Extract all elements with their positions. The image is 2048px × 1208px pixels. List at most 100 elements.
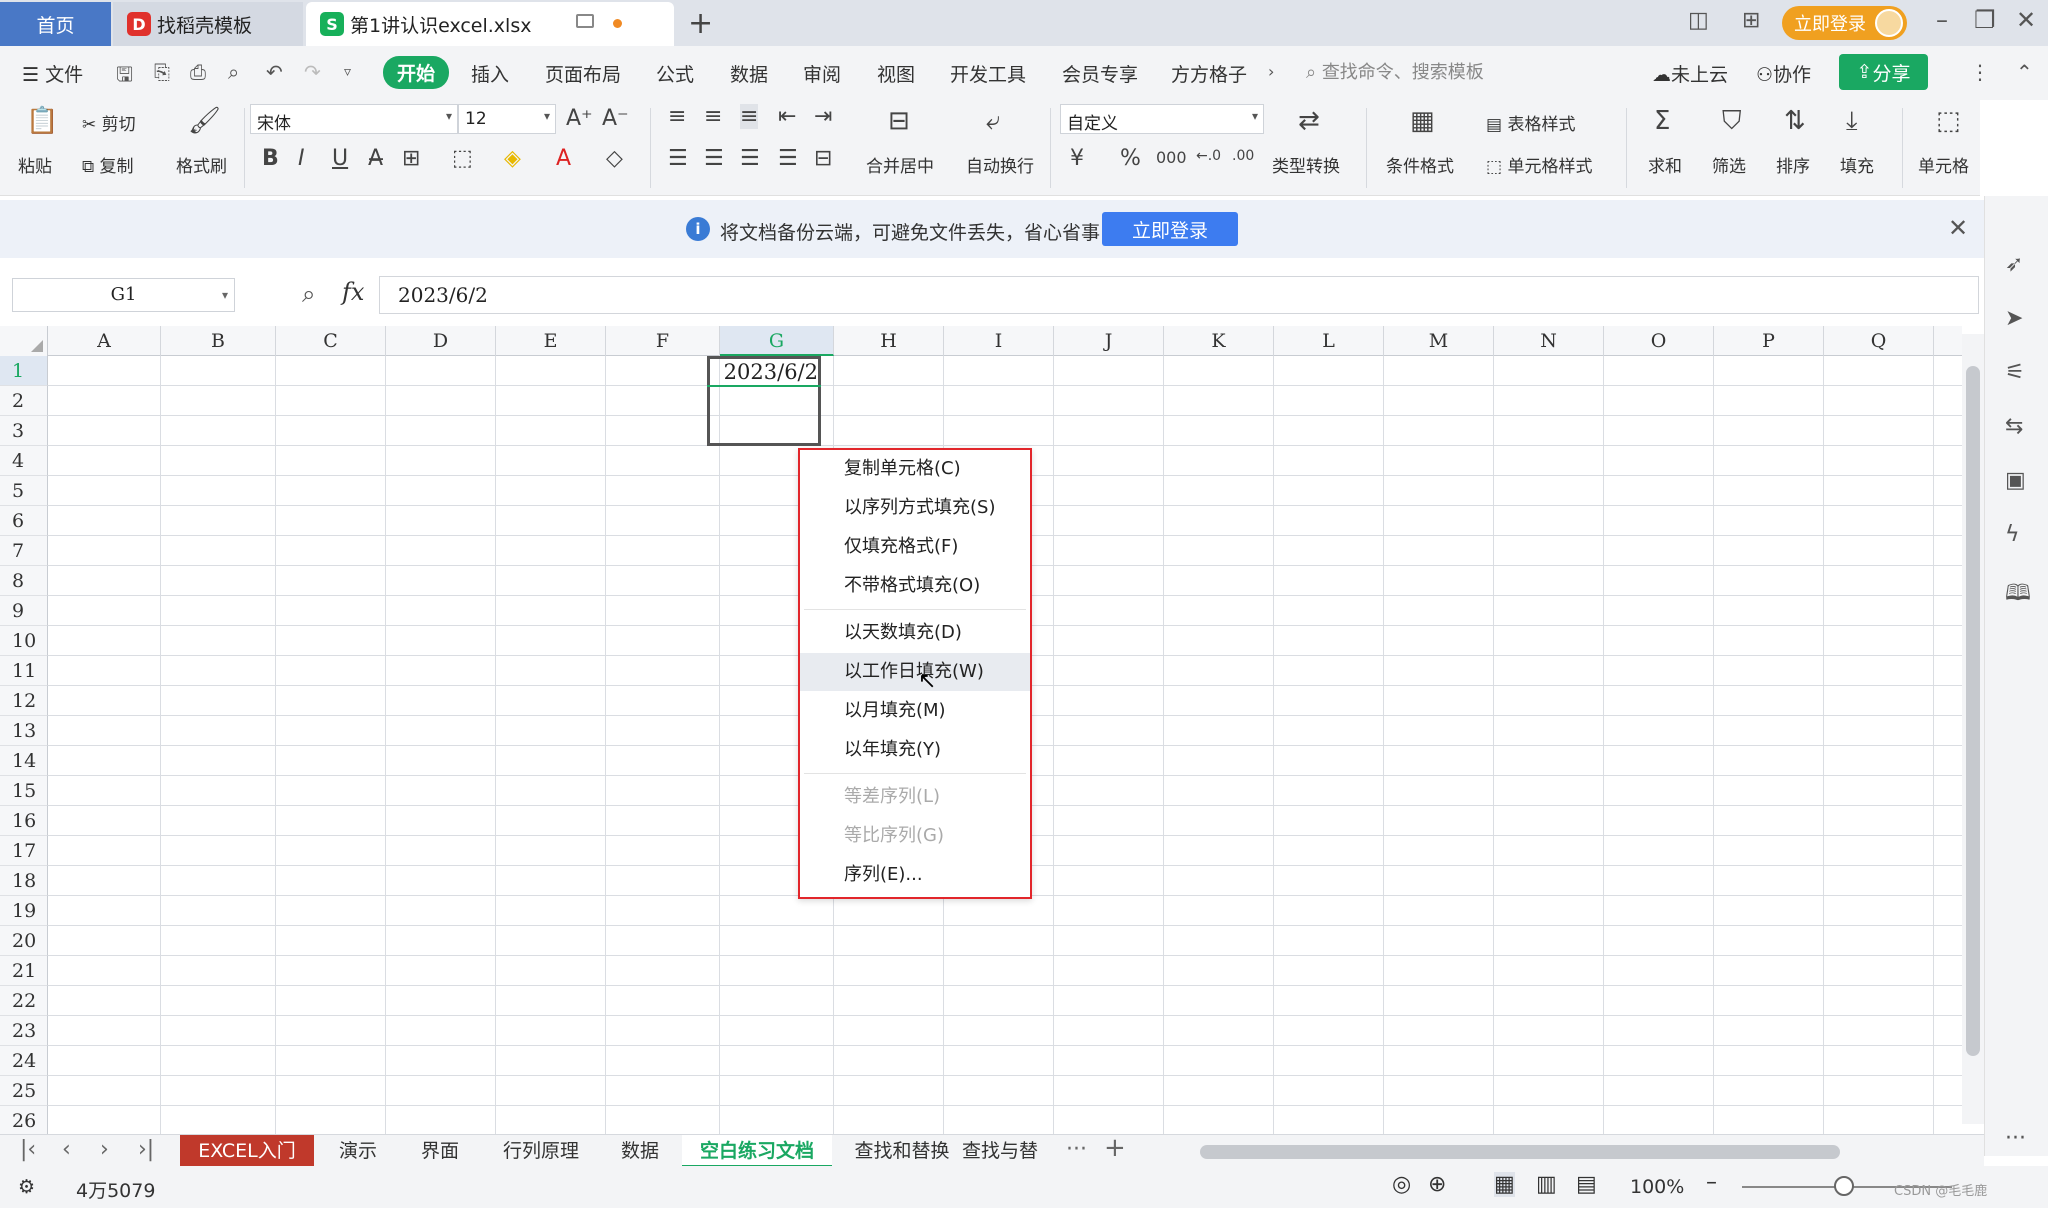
row-header-23[interactable]: 23 — [0, 1016, 48, 1046]
row-header-18[interactable]: 18 — [0, 866, 48, 896]
minimize-icon[interactable]: – — [1936, 6, 1948, 34]
save-icon[interactable]: 🖫 — [116, 60, 133, 94]
last-sheet-icon[interactable]: ›| — [138, 1137, 154, 1162]
column-header-f[interactable]: F — [606, 326, 720, 356]
share-button[interactable]: ⇪ 分享 — [1839, 54, 1928, 90]
sheet-tab-data[interactable]: 数据 — [604, 1135, 676, 1167]
grid-apps-icon[interactable]: ⊞ — [1742, 8, 1760, 33]
paste-icon[interactable]: 📋 — [26, 106, 58, 136]
distribute-icon[interactable]: ⊟ — [814, 146, 832, 171]
tab-view[interactable]: 视图 — [877, 60, 915, 87]
clear-icon[interactable]: ◇ — [606, 146, 623, 171]
align-bottom-icon[interactable]: ≡ — [740, 104, 759, 129]
tab-developer[interactable]: 开发工具 — [950, 60, 1026, 87]
increase-font-icon[interactable]: A⁺ — [566, 106, 593, 131]
menu-fill-format-only[interactable]: 仅填充格式(F) — [800, 528, 1030, 566]
lightning-icon[interactable]: ϟ — [2005, 522, 2020, 547]
rocket-icon[interactable]: ➶ — [2005, 252, 2023, 277]
login-button[interactable]: 立即登录 — [1782, 6, 1907, 40]
notice-login-button[interactable]: 立即登录 — [1102, 212, 1238, 246]
wrap-text-button[interactable]: 自动换行 — [966, 152, 1034, 177]
menu-fill-without-format[interactable]: 不带格式填充(O) — [800, 567, 1030, 605]
conditional-format-button[interactable]: 条件格式 — [1386, 152, 1454, 177]
preview-icon[interactable]: ⌕ — [228, 60, 239, 84]
align-left-icon[interactable]: ☰ — [668, 146, 688, 171]
merge-center-icon[interactable]: ⊟ — [888, 106, 910, 136]
scroll-thumb[interactable] — [1200, 1145, 1840, 1159]
row-header-3[interactable]: 3 — [0, 416, 48, 446]
sort-button[interactable]: 排序 — [1776, 152, 1810, 177]
tab-review[interactable]: 审阅 — [803, 60, 841, 87]
tab-insert[interactable]: 插入 — [471, 60, 509, 87]
sheet-tab-blank-practice[interactable]: 空白练习文档 — [682, 1135, 832, 1167]
sum-button[interactable]: 求和 — [1648, 152, 1682, 177]
outdent-icon[interactable]: ⇤ — [778, 104, 796, 129]
sheet-tab-interface[interactable]: 界面 — [402, 1135, 478, 1167]
row-header-24[interactable]: 24 — [0, 1046, 48, 1076]
row-header-10[interactable]: 10 — [0, 626, 48, 656]
row-header-13[interactable]: 13 — [0, 716, 48, 746]
filter-icon[interactable]: ⛉ — [1722, 106, 1742, 137]
format-painter-button[interactable]: 格式刷 — [176, 152, 227, 177]
row-header-1[interactable]: 1 — [0, 356, 48, 386]
macro-icon[interactable]: ⚙ — [18, 1176, 35, 1198]
prev-sheet-icon[interactable]: ‹ — [62, 1137, 71, 1162]
customize-icon[interactable]: ▿ — [344, 64, 351, 80]
cell-icon[interactable]: ⬚ — [1936, 106, 1961, 136]
underline-icon[interactable]: U — [332, 146, 348, 171]
tab-ffcell[interactable]: 方方格子 — [1171, 60, 1247, 87]
column-header-a[interactable]: A — [48, 326, 161, 356]
fx-icon[interactable]: fx — [342, 278, 364, 306]
align-center-icon[interactable]: ☰ — [704, 146, 724, 171]
command-search[interactable]: ⌕ 查找命令、搜索模板 — [1306, 58, 1484, 84]
scroll-thumb[interactable] — [1966, 366, 1980, 1056]
column-header-k[interactable]: K — [1164, 326, 1274, 356]
first-sheet-icon[interactable]: |‹ — [20, 1137, 36, 1162]
tab-home[interactable]: 首页 — [0, 2, 111, 46]
tab-current-file[interactable]: S 第1讲认识excel.xlsx — [306, 2, 674, 46]
book-icon[interactable]: 🕮 — [2005, 576, 2031, 614]
percent-icon[interactable]: % — [1120, 146, 1141, 171]
tab-data[interactable]: 数据 — [730, 60, 768, 87]
row-header-11[interactable]: 11 — [0, 656, 48, 686]
menu-series-dialog[interactable]: 序列(E)... — [800, 856, 1030, 894]
column-header-d[interactable]: D — [386, 326, 496, 356]
sort-icon[interactable]: ⇅ — [1784, 106, 1806, 136]
select-all-corner[interactable] — [0, 326, 48, 356]
column-header-r[interactable]: R — [1934, 326, 1962, 356]
cell-button[interactable]: 单元格 — [1918, 152, 1969, 177]
sliders-icon[interactable]: ⚟ — [2005, 360, 2025, 385]
fill-icon[interactable]: ⤓ — [1846, 106, 1858, 137]
row-header-12[interactable]: 12 — [0, 686, 48, 716]
row-header-4[interactable]: 4 — [0, 446, 48, 476]
menu-fill-weekdays[interactable]: 以工作日填充(W) ↖ — [800, 653, 1030, 694]
layout-icon[interactable]: ◫ — [1688, 8, 1709, 33]
row-header-20[interactable]: 20 — [0, 926, 48, 956]
undo-icon[interactable]: ↶ — [266, 60, 283, 84]
tab-home-ribbon[interactable]: 开始 — [383, 56, 450, 89]
filter-button[interactable]: 筛选 — [1712, 152, 1746, 177]
bold-icon[interactable]: B — [262, 146, 279, 171]
cloud-status[interactable]: ☁未上云 — [1652, 60, 1728, 87]
row-header-26[interactable]: 26 — [0, 1106, 48, 1134]
column-header-l[interactable]: L — [1274, 326, 1384, 356]
align-middle-icon[interactable]: ≡ — [704, 104, 722, 129]
restore-icon[interactable]: ❐ — [1974, 6, 1996, 34]
more-sheets-icon[interactable]: ··· — [1066, 1137, 1087, 1162]
sheet-tab-find-replace-2[interactable]: 查找与替换 — [962, 1135, 1052, 1167]
fill-color-icon[interactable]: ◈ — [504, 146, 521, 171]
indent-icon[interactable]: ⇥ — [814, 104, 832, 129]
italic-icon[interactable]: I — [298, 146, 305, 171]
row-header-21[interactable]: 21 — [0, 956, 48, 986]
currency-icon[interactable]: ¥ — [1070, 146, 1084, 171]
row-header-25[interactable]: 25 — [0, 1076, 48, 1106]
row-header-14[interactable]: 14 — [0, 746, 48, 776]
thousands-icon[interactable]: 000 — [1156, 148, 1187, 167]
page-layout-view-icon[interactable]: ▥ — [1536, 1172, 1557, 1197]
column-header-m[interactable]: M — [1384, 326, 1494, 356]
decrease-font-icon[interactable]: A⁻ — [602, 106, 629, 131]
add-sheet-icon[interactable]: + — [1104, 1133, 1126, 1163]
column-header-o[interactable]: O — [1604, 326, 1714, 356]
zoom-out-icon[interactable]: – — [1706, 1170, 1717, 1195]
row-header-8[interactable]: 8 — [0, 566, 48, 596]
